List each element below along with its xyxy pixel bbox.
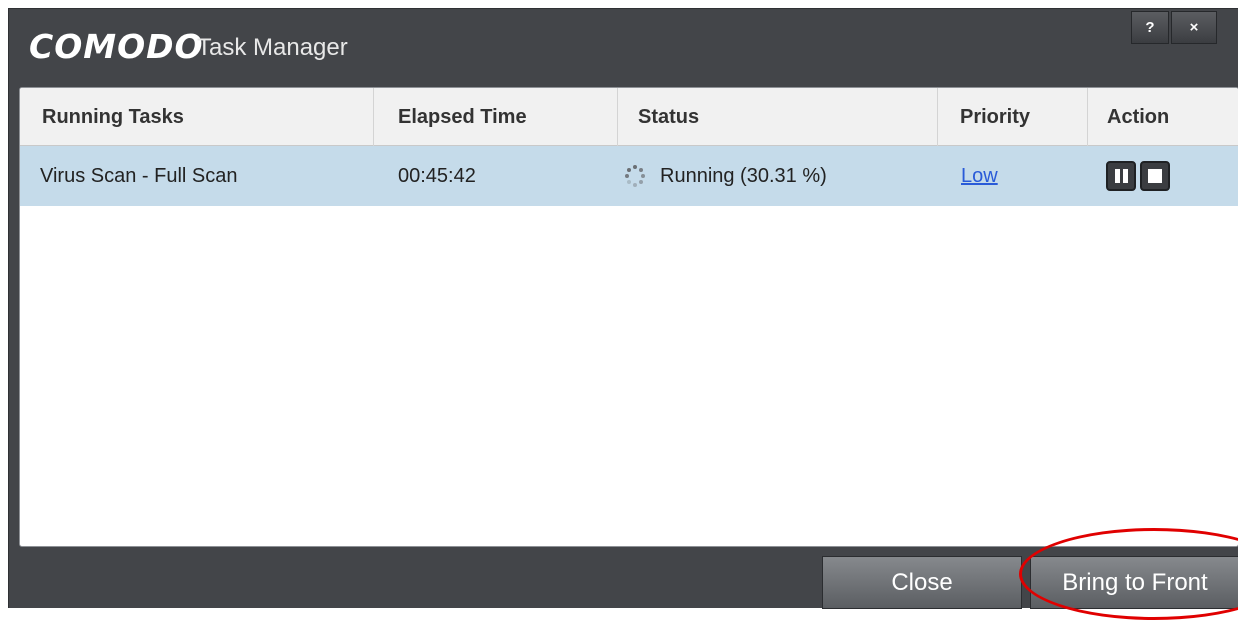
close-button[interactable]: Close xyxy=(822,556,1022,609)
comodo-logo: COMODO xyxy=(29,27,204,66)
stop-icon[interactable] xyxy=(1140,161,1170,191)
column-header-status[interactable]: Status xyxy=(618,88,938,146)
task-name: Virus Scan - Full Scan xyxy=(40,165,238,187)
window-title: Task Manager xyxy=(197,34,348,61)
pause-icon[interactable] xyxy=(1106,161,1136,191)
column-header-action[interactable]: Action xyxy=(1088,88,1238,146)
column-header-running-tasks[interactable]: Running Tasks xyxy=(20,88,374,146)
help-button[interactable]: ? xyxy=(1131,11,1169,44)
title-bar: COMODO Task Manager ? × xyxy=(9,9,1238,87)
close-window-button[interactable]: × xyxy=(1171,11,1217,44)
task-status: Running (30.31 %) xyxy=(624,146,827,206)
priority-link[interactable]: Low xyxy=(961,165,998,187)
tasks-table: Running Tasks Elapsed Time Status Priori… xyxy=(19,87,1238,547)
action-buttons xyxy=(1106,146,1170,206)
column-header-elapsed-time[interactable]: Elapsed Time xyxy=(374,88,618,146)
column-header-priority[interactable]: Priority xyxy=(938,88,1088,146)
bring-to-front-button[interactable]: Bring to Front xyxy=(1030,556,1238,609)
priority-cell: Low xyxy=(961,146,998,206)
elapsed-time: 00:45:42 xyxy=(398,165,476,187)
task-manager-window: COMODO Task Manager ? × Running Tasks El… xyxy=(8,8,1238,609)
table-header: Running Tasks Elapsed Time Status Priori… xyxy=(20,88,1238,146)
status-text: Running (30.31 %) xyxy=(660,165,827,187)
spinner-icon xyxy=(624,165,646,187)
table-row[interactable]: Virus Scan - Full Scan 00:45:42 Running … xyxy=(20,146,1238,206)
